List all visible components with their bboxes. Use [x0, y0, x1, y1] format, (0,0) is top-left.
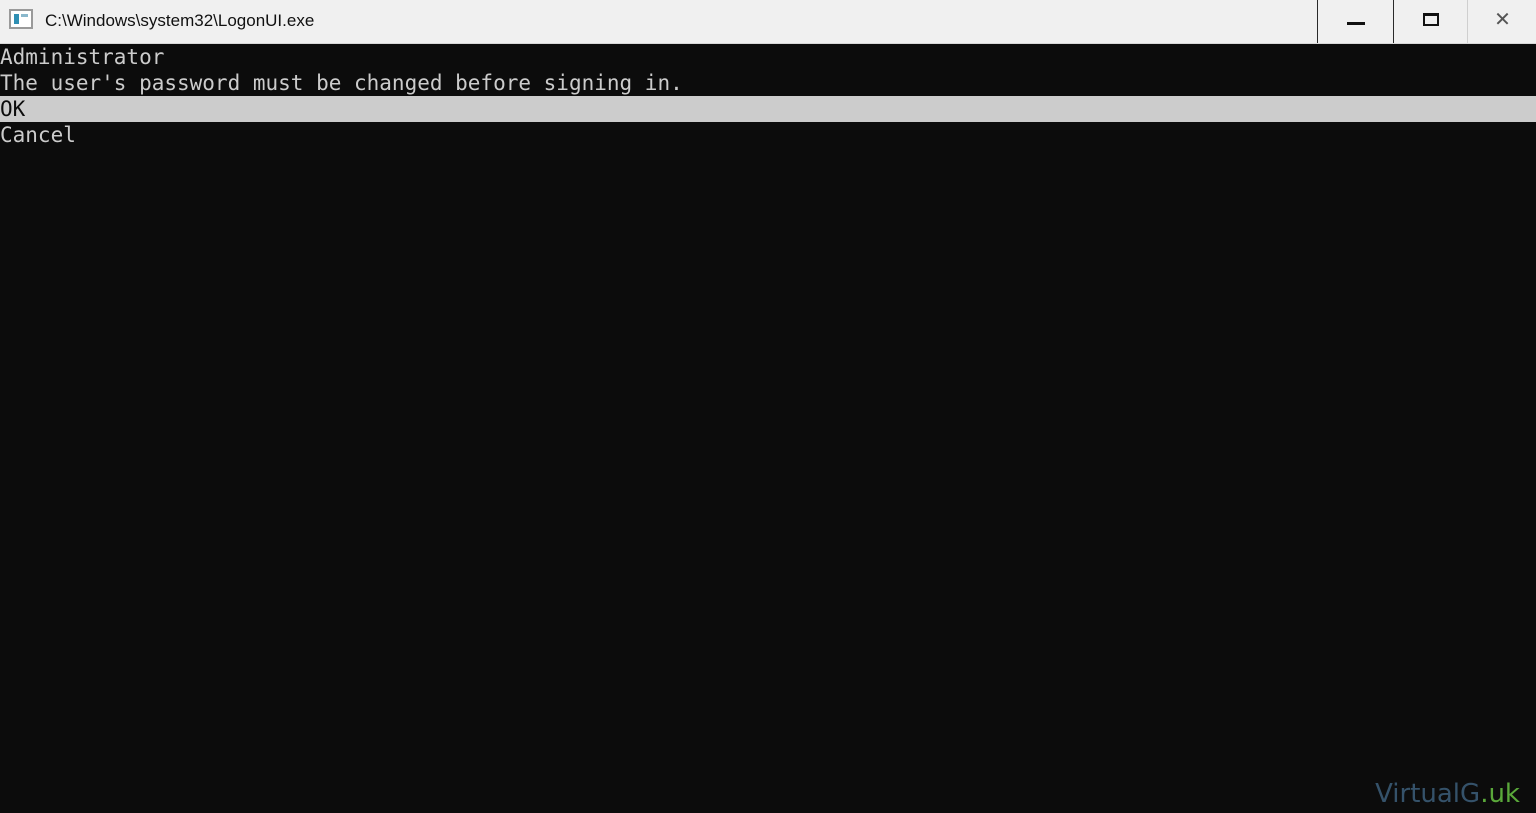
maximize-button[interactable]	[1393, 0, 1467, 43]
icon-bar	[14, 14, 19, 24]
password-change-message: The user's password must be changed befo…	[0, 71, 683, 95]
cancel-option[interactable]: Cancel	[0, 122, 1536, 148]
watermark-accent-text: .uk	[1480, 779, 1520, 809]
close-button[interactable]: ✕	[1467, 0, 1536, 43]
watermark: VirtualG.uk	[1375, 779, 1520, 809]
console-output: Administrator The user's password must b…	[0, 44, 1536, 813]
window-title: C:\Windows\system32\LogonUI.exe	[45, 11, 315, 30]
console-window-icon[interactable]	[9, 9, 33, 29]
title-bar[interactable]: C:\Windows\system32\LogonUI.exe ✕	[0, 0, 1536, 44]
minimize-button[interactable]	[1317, 0, 1393, 43]
logonui-window: C:\Windows\system32\LogonUI.exe ✕ Admini…	[0, 0, 1536, 813]
watermark-main-text: VirtualG	[1375, 779, 1481, 809]
minimize-icon	[1347, 22, 1365, 25]
maximize-icon	[1423, 13, 1439, 26]
ok-option[interactable]: OK	[0, 96, 1536, 122]
username-text: Administrator	[0, 45, 165, 69]
icon-bar-secondary	[21, 14, 28, 17]
close-icon: ✕	[1494, 7, 1511, 31]
